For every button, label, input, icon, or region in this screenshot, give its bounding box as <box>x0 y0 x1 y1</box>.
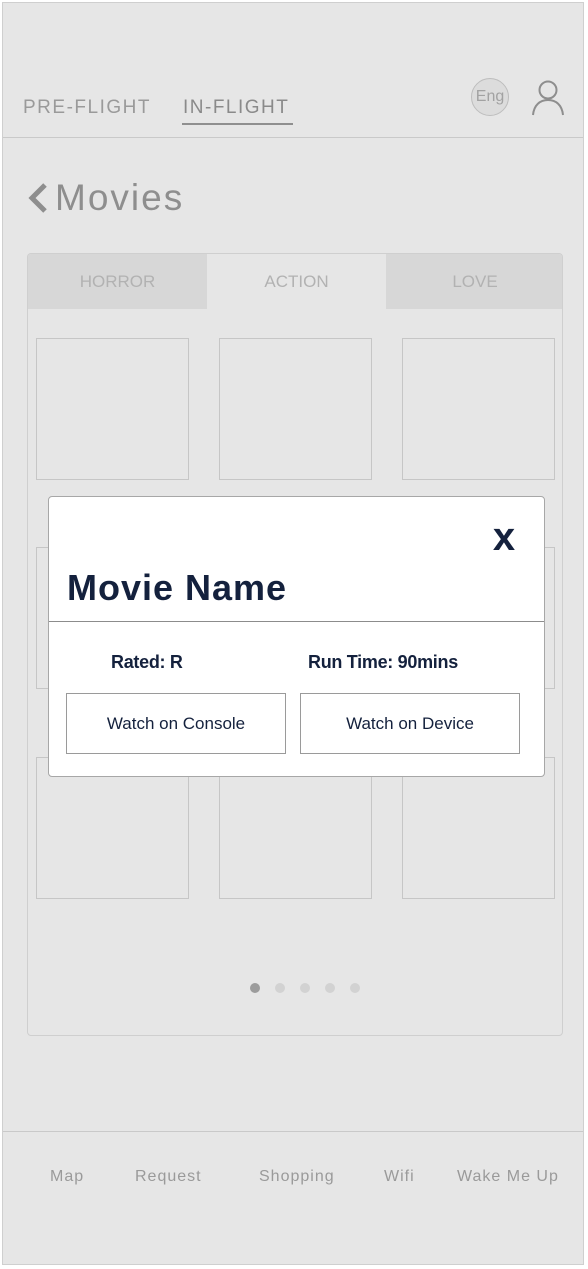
watch-on-console-label: Watch on Console <box>106 713 246 733</box>
active-tab-indicator <box>182 123 293 125</box>
movie-tile[interactable] <box>219 757 372 899</box>
bottom-nav-divider <box>3 1131 583 1132</box>
tab-love-label: LOVE <box>452 271 498 291</box>
nav-map[interactable]: Map <box>50 1167 84 1187</box>
pagination-dot-4[interactable] <box>325 983 335 993</box>
movie-tile[interactable] <box>402 338 555 480</box>
movie-tile[interactable] <box>36 757 189 899</box>
tab-action[interactable]: ACTION <box>207 254 386 309</box>
watch-on-console-button[interactable]: Watch on Console <box>66 693 286 754</box>
nav-wifi[interactable]: Wifi <box>384 1167 415 1187</box>
page-title: Movies <box>55 177 185 218</box>
pagination-dot-5[interactable] <box>350 983 360 993</box>
modal-divider <box>49 621 544 622</box>
tab-pre-flight[interactable]: PRE-FLIGHT <box>23 97 151 119</box>
nav-wake-me-up[interactable]: Wake Me Up <box>457 1167 559 1187</box>
movie-detail-modal: x Movie Name Rated: R Run Time: 90mins W… <box>48 496 545 777</box>
header-divider <box>3 137 583 138</box>
chevron-left-icon[interactable] <box>27 181 49 215</box>
movie-tile[interactable] <box>36 338 189 480</box>
user-icon[interactable] <box>530 79 566 117</box>
pagination-dot-1[interactable] <box>250 983 260 993</box>
watch-on-device-button[interactable]: Watch on Device <box>300 693 520 754</box>
tab-horror[interactable]: HORROR <box>28 254 207 309</box>
close-icon[interactable]: x <box>486 517 522 557</box>
pagination-dot-2[interactable] <box>275 983 285 993</box>
movie-title: Movie Name <box>67 567 288 608</box>
nav-shopping[interactable]: Shopping <box>259 1167 335 1187</box>
movie-run-time: Run Time: 90mins <box>308 652 458 672</box>
language-label: Eng <box>475 88 505 105</box>
tab-in-flight[interactable]: IN-FLIGHT <box>183 97 289 119</box>
tab-action-label: ACTION <box>264 271 329 291</box>
app-frame: PRE-FLIGHT IN-FLIGHT Eng Movies HORROR A… <box>2 2 584 1265</box>
movie-rating: Rated: R <box>111 652 183 672</box>
tab-love[interactable]: LOVE <box>386 254 562 309</box>
pagination-dot-3[interactable] <box>300 983 310 993</box>
tab-horror-label: HORROR <box>79 271 156 291</box>
movie-tile[interactable] <box>219 338 372 480</box>
movie-tile[interactable] <box>402 757 555 899</box>
nav-request[interactable]: Request <box>135 1167 202 1187</box>
language-selector[interactable]: Eng <box>471 78 509 116</box>
watch-on-device-label: Watch on Device <box>346 713 474 733</box>
